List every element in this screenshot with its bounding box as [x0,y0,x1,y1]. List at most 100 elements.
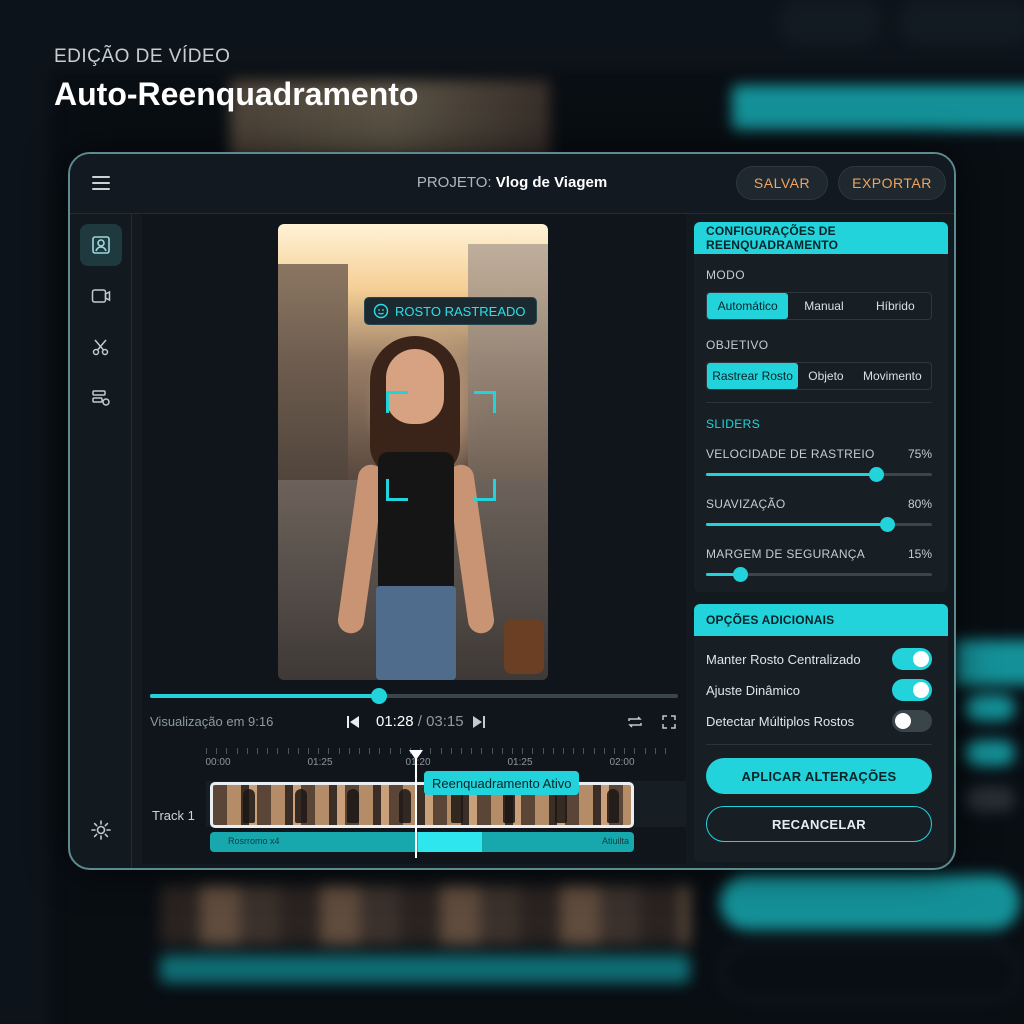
playhead[interactable] [415,752,417,858]
playhead-handle[interactable] [409,750,423,760]
ruler-tick [450,748,452,754]
ruler-tick [593,748,595,754]
cancel-button[interactable]: RECANCELAR [706,806,932,842]
menu-icon[interactable] [92,176,110,190]
reframe-icon[interactable] [80,224,122,266]
ruler-tick [369,748,371,754]
ruler-tick [491,748,493,754]
gear-icon[interactable] [90,819,112,841]
apply-changes-button[interactable]: APLICAR ALTERAÇÕES [706,758,932,794]
ruler-tick [501,748,503,754]
toggle-switch[interactable] [892,648,932,670]
waveform-label-left: Rosrromo x4 [228,836,280,846]
tick-label: 01:25 [307,757,333,768]
page-headline: EDIÇÃO DE VÍDEO Auto-Reenquadramento [54,46,418,113]
tick-label: 01:25 [507,757,533,768]
project-name: Vlog de Viagem [495,174,608,191]
layers-icon[interactable] [80,377,122,419]
slider-smoothing: SUAVIZAÇÃO 80% [706,497,932,532]
timeline-ruler[interactable]: 00:00 01:25 01:20 01:25 02:00 [205,744,680,774]
slider-name: SUAVIZAÇÃO [706,497,786,511]
slider-handle[interactable] [879,517,895,532]
cut-icon[interactable] [80,326,122,368]
divider [706,744,932,745]
playback-progress[interactable] [150,688,678,704]
page-title: Auto-Reenquadramento [54,76,419,112]
ruler-tick [644,748,646,754]
project-prefix: PROJETO: [416,174,492,191]
option-dynamic-adjust: Ajuste Dinâmico [706,679,932,701]
ruler-tick [542,748,544,754]
mode-label: MODO [706,268,745,282]
divider [706,402,932,403]
ruler-tick [226,748,228,754]
slider-track[interactable] [706,567,932,582]
ruler-tick [287,748,289,754]
ruler-tick [348,748,350,754]
mode-option-hybrid[interactable]: Híbrido [860,293,931,319]
waveform-label-right: Atiuilta [602,836,630,846]
clip-frame [243,789,255,823]
slider-track[interactable] [706,517,932,532]
slider-fill [706,473,876,476]
settings-panel-title: CONFIGURAÇÕES DE REENQUADRAMENTO [694,222,948,254]
ruler-tick [461,748,462,754]
ruler-tick [389,748,391,754]
ruler-tick [522,748,524,754]
face-tracking-box [386,391,496,501]
ruler-tick [512,748,513,754]
sliders-label: SLIDERS [706,417,761,431]
slider-name: MARGEM DE SEGURANÇA [706,547,866,561]
time-separator: / [413,713,427,730]
mode-selector: Automático Manual Híbrido [706,292,932,320]
audio-waveform[interactable]: Rosrromo x4 Atiuilta [210,832,634,852]
ruler-tick [297,748,299,754]
ruler-tick [236,748,238,754]
slider-fill [706,523,887,526]
target-option-object[interactable]: Objeto [798,363,854,389]
option-label: Manter Rosto Centralizado [706,652,861,667]
skip-forward-icon[interactable] [472,715,486,734]
ruler-tick [471,748,473,754]
options-panel-title: OPÇÕES ADICIONAIS [694,604,948,636]
skip-back-icon[interactable] [346,715,360,734]
ruler-tick [267,748,269,754]
toggle-switch[interactable] [892,679,932,701]
ruler-tick [552,748,554,754]
slider-handle[interactable] [868,467,884,482]
slider-value: 75% [907,447,932,461]
progress-handle[interactable] [371,688,388,704]
loop-icon[interactable] [626,715,644,734]
reframe-active-tag: Reenquadramento Ativo [424,771,580,795]
fullscreen-icon[interactable] [662,715,676,734]
target-option-face[interactable]: Rastrear Rosto [707,363,799,389]
tracked-face-badge: ROSTO RASTREADO [364,297,537,325]
slider-handle[interactable] [732,567,748,582]
tracked-face-label: ROSTO RASTREADO [395,303,526,319]
save-button[interactable]: SALVAR [736,166,828,200]
mode-option-manual[interactable]: Manual [788,293,859,319]
reframe-settings-panel: CONFIGURAÇÕES DE REENQUADRAMENTO MODO Au… [694,222,948,592]
slider-track[interactable] [706,467,932,482]
mode-option-automatic[interactable]: Automático [707,293,789,319]
playback-controls: Visualização em 9:16 01:28 / 03:15 [150,712,678,734]
ruler-tick [634,748,636,754]
ruler-tick [573,748,575,754]
slider-value: 15% [907,547,932,561]
target-selector: Rastrear Rosto Objeto Movimento [706,362,932,390]
ruler-tick [246,748,248,754]
ruler-tick [328,748,330,754]
target-option-motion[interactable]: Movimento [854,363,931,389]
ruler-tick [308,748,309,754]
page-kicker: EDIÇÃO DE VÍDEO [54,46,231,67]
toggle-switch[interactable] [892,710,932,732]
slider-name: VELOCIDADE DE RASTREIO [706,447,875,461]
clip-frame [399,789,411,823]
option-keep-face-centered: Manter Rosto Centralizado [706,648,932,670]
export-button[interactable]: EXPORTAR [838,166,946,200]
ruler-tick [318,748,320,754]
ruler-tick [654,748,656,754]
slider-value: 80% [907,497,932,511]
video-icon[interactable] [80,275,122,317]
tick-label: 02:00 [609,757,635,768]
